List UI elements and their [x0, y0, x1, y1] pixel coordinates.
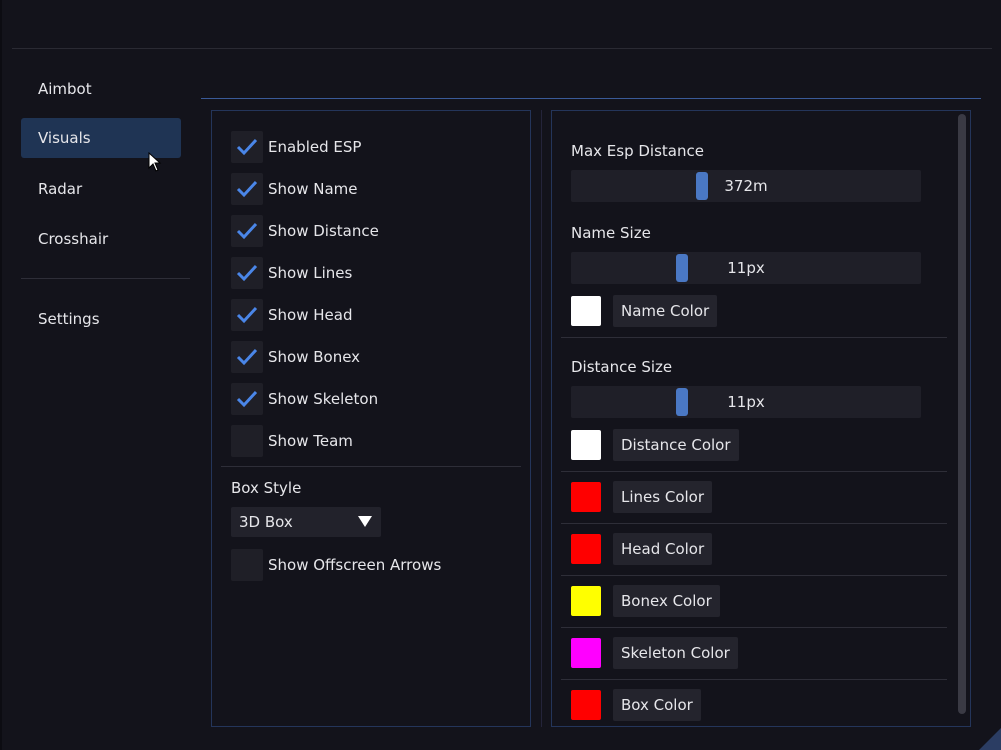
- row-divider: [561, 575, 947, 576]
- sidebar-item-settings[interactable]: Settings: [21, 299, 181, 339]
- checkbox-box[interactable]: [231, 549, 263, 581]
- row-divider: [561, 523, 947, 524]
- sidebar: Aimbot Visuals Radar Crosshair Settings: [2, 0, 202, 750]
- check-icon: [236, 390, 258, 408]
- row-divider: [561, 471, 947, 472]
- slider-value: 372m: [724, 177, 768, 195]
- skeleton-color-button[interactable]: Skeleton Color: [613, 637, 738, 669]
- main-window: Aimbot Visuals Radar Crosshair Settings …: [2, 0, 1001, 750]
- distance-size-label: Distance Size: [571, 358, 673, 376]
- check-icon: [236, 348, 258, 366]
- checkbox-box[interactable]: [231, 257, 263, 289]
- max-distance-label: Max Esp Distance: [571, 142, 704, 160]
- check-icon: [236, 180, 258, 198]
- distance-color-button[interactable]: Distance Color: [613, 429, 739, 461]
- mouse-cursor-icon: [148, 152, 162, 172]
- name-size-slider[interactable]: 11px: [571, 252, 921, 284]
- head-color-button[interactable]: Head Color: [613, 533, 713, 565]
- content-header-line: [201, 98, 981, 99]
- slider-value: 11px: [727, 259, 765, 277]
- head-color-row[interactable]: Head Color: [571, 533, 951, 565]
- box-style-value: 3D Box: [239, 513, 293, 531]
- checkbox-offscreen-arrows[interactable]: Show Offscreen Arrows: [231, 549, 521, 581]
- checkbox-label: Show Skeleton: [268, 390, 379, 408]
- esp-toggles-panel: Enabled ESP Show Name Show Distance Show…: [211, 110, 531, 727]
- checkbox-label: Show Team: [268, 432, 353, 450]
- resize-grip[interactable]: [979, 728, 1001, 750]
- sidebar-item-radar[interactable]: Radar: [21, 169, 181, 209]
- checkbox-show-bonex[interactable]: Show Bonex: [231, 341, 521, 373]
- checkbox-box[interactable]: [231, 131, 263, 163]
- checkbox-label: Show Distance: [268, 222, 379, 240]
- name-size-label: Name Size: [571, 224, 651, 242]
- check-icon: [236, 264, 258, 282]
- checkbox-label: Show Bonex: [268, 348, 361, 366]
- checkbox-box[interactable]: [231, 215, 263, 247]
- section-divider: [221, 466, 521, 467]
- settings-scrollbar[interactable]: [958, 114, 966, 714]
- check-icon: [236, 138, 258, 156]
- checkbox-box[interactable]: [231, 299, 263, 331]
- sidebar-item-crosshair[interactable]: Crosshair: [21, 219, 181, 259]
- checkbox-show-lines[interactable]: Show Lines: [231, 257, 521, 289]
- row-divider: [561, 627, 947, 628]
- name-color-row[interactable]: Name Color: [571, 295, 951, 327]
- lines-color-button[interactable]: Lines Color: [613, 481, 713, 513]
- box-color-row[interactable]: Box Color: [571, 689, 951, 721]
- distance-color-swatch[interactable]: [571, 430, 601, 460]
- checkbox-box[interactable]: [231, 341, 263, 373]
- checkbox-show-name[interactable]: Show Name: [231, 173, 521, 205]
- checkbox-label: Show Offscreen Arrows: [268, 556, 442, 574]
- checkbox-enabled-esp[interactable]: Enabled ESP: [231, 131, 521, 163]
- checkbox-box[interactable]: [231, 383, 263, 415]
- bonex-color-swatch[interactable]: [571, 586, 601, 616]
- panel-splitter: [541, 110, 542, 727]
- max-distance-slider[interactable]: 372m: [571, 170, 921, 202]
- box-style-select[interactable]: 3D Box: [231, 507, 381, 537]
- slider-value: 11px: [727, 393, 765, 411]
- lines-color-swatch[interactable]: [571, 482, 601, 512]
- lines-color-row[interactable]: Lines Color: [571, 481, 951, 513]
- row-divider: [561, 679, 947, 680]
- bonex-color-button[interactable]: Bonex Color: [613, 585, 720, 617]
- name-color-button[interactable]: Name Color: [613, 295, 718, 327]
- box-color-swatch[interactable]: [571, 690, 601, 720]
- bonex-color-row[interactable]: Bonex Color: [571, 585, 951, 617]
- checkbox-show-distance[interactable]: Show Distance: [231, 215, 521, 247]
- esp-settings-panel: Max Esp Distance 372m Name Size 11px Nam…: [551, 110, 971, 727]
- dropdown-arrow-icon: [358, 516, 372, 527]
- skeleton-color-swatch[interactable]: [571, 638, 601, 668]
- checkbox-label: Show Head: [268, 306, 353, 324]
- checkbox-label: Show Name: [268, 180, 358, 198]
- checkbox-label: Enabled ESP: [268, 138, 362, 156]
- check-icon: [236, 222, 258, 240]
- box-style-label: Box Style: [231, 479, 302, 497]
- checkbox-show-head[interactable]: Show Head: [231, 299, 521, 331]
- checkbox-box[interactable]: [231, 425, 263, 457]
- skeleton-color-row[interactable]: Skeleton Color: [571, 637, 951, 669]
- checkbox-box[interactable]: [231, 173, 263, 205]
- section-divider: [561, 337, 947, 338]
- check-icon: [236, 306, 258, 324]
- checkbox-show-skeleton[interactable]: Show Skeleton: [231, 383, 521, 415]
- sidebar-item-aimbot[interactable]: Aimbot: [21, 69, 181, 109]
- sidebar-divider: [21, 278, 190, 279]
- name-color-swatch[interactable]: [571, 296, 601, 326]
- checkbox-show-team[interactable]: Show Team: [231, 425, 521, 457]
- head-color-swatch[interactable]: [571, 534, 601, 564]
- box-color-button[interactable]: Box Color: [613, 689, 701, 721]
- distance-size-slider[interactable]: 11px: [571, 386, 921, 418]
- checkbox-label: Show Lines: [268, 264, 353, 282]
- distance-color-row[interactable]: Distance Color: [571, 429, 951, 461]
